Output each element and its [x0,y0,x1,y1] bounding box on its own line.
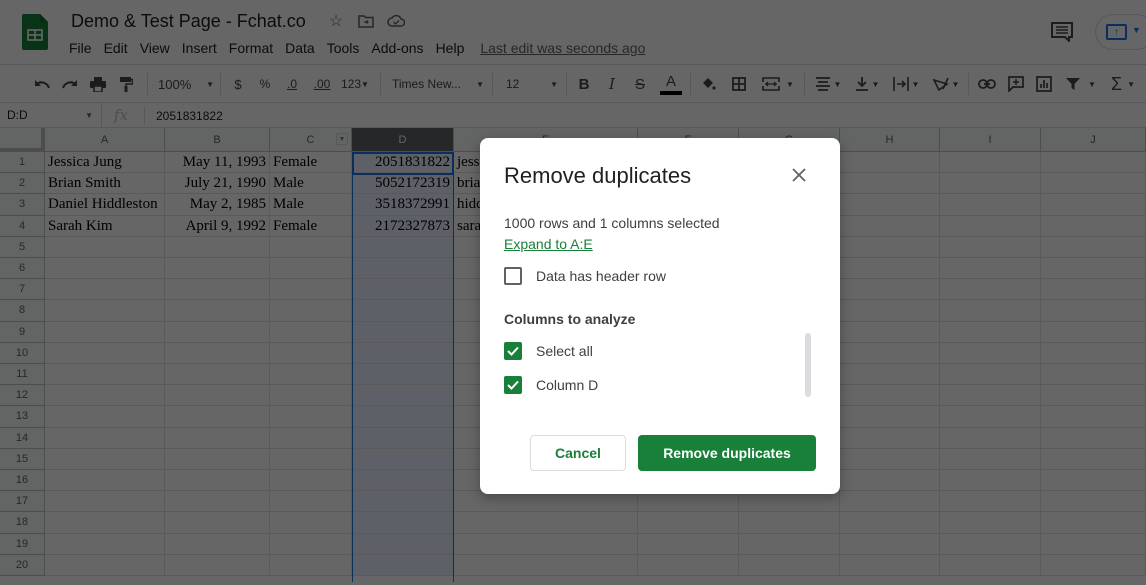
header-row-checkbox[interactable] [504,267,522,285]
selection-info: 1000 rows and 1 columns selected [504,215,720,231]
remove-duplicates-button[interactable]: Remove duplicates [638,435,816,471]
column-d-label: Column D [536,377,599,393]
select-all-checkbox[interactable] [504,342,522,360]
select-all-checkbox-row[interactable]: Select all [504,342,593,360]
select-all-label: Select all [536,343,593,359]
column-d-checkbox-row[interactable]: Column D [504,376,598,394]
columns-scrollbar[interactable] [805,333,811,397]
close-icon[interactable] [788,164,810,186]
expand-selection-link[interactable]: Expand to A:E [504,236,593,252]
header-row-label: Data has header row [536,268,666,284]
cancel-button[interactable]: Cancel [530,435,626,471]
column-d-checkbox[interactable] [504,376,522,394]
columns-section-title: Columns to analyze [504,311,636,327]
header-row-checkbox-row[interactable]: Data has header row [504,267,666,285]
remove-duplicates-dialog: Remove duplicates 1000 rows and 1 column… [480,138,840,494]
dialog-title: Remove duplicates [504,163,692,188]
